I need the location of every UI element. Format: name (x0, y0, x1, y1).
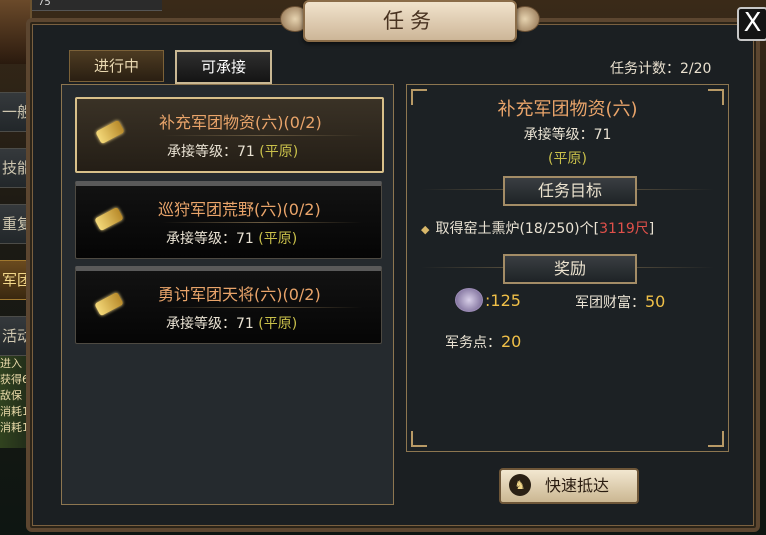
quick-arrive-button[interactable]: ♞ 快速抵达 (499, 468, 639, 504)
reward-wealth: 军团财富：50 (575, 292, 665, 312)
currency-icon[interactable] (455, 288, 483, 312)
tab-available[interactable]: 可承接 (175, 50, 272, 84)
task-count-label: 任务计数： (610, 61, 680, 77)
task-card[interactable]: 补充军团物资(六)(0/2) 承接等级：71 (平原) (75, 97, 384, 173)
reward-points: 军务点：20 (445, 332, 521, 352)
task-list-panel: 补充军团物资(六)(0/2) 承接等级：71 (平原) 巡狩军团荒野(六)(0/… (61, 84, 394, 505)
reward-points-label: 军务点： (445, 335, 501, 351)
player-level: 75 (38, 0, 51, 8)
horse-icon: ♞ (509, 474, 531, 496)
task-name: 补充军团物资(六)(0/2) (159, 113, 322, 132)
task-count: 任务计数：2/20 (610, 58, 711, 78)
detail-title: 补充军团物资(六) (497, 99, 638, 120)
task-terrain: (平原) (258, 231, 298, 247)
task-detail-panel: 补充军团物资(六) 承接等级：71 (平原) 任务目标 ◆ 取得窑土熏炉(18/2… (406, 84, 729, 452)
task-count-value: 2/20 (680, 61, 712, 77)
objective-line: ◆ 取得窑土熏炉(18/250)个[3119尺] (421, 218, 654, 238)
quick-arrive-label: 快速抵达 (545, 476, 610, 495)
scroll-icon (94, 291, 124, 317)
player-level-bar: 75 (32, 0, 162, 11)
diamond-bullet-icon: ◆ (421, 223, 430, 236)
task-divider (163, 135, 363, 136)
task-terrain: (平原) (259, 144, 299, 160)
reward-wealth-label: 军团财富： (575, 295, 645, 311)
task-name: 勇讨军团天将(六)(0/2) (158, 285, 321, 304)
scroll-icon (94, 206, 124, 232)
task-level-label: 承接等级：71 (167, 144, 255, 160)
task-card[interactable]: 勇讨军团天将(六)(0/2) 承接等级：71 (平原) (75, 266, 382, 344)
objective-distance-suffix: ] (648, 221, 655, 237)
reward-points-value: 20 (501, 332, 522, 351)
task-name: 巡狩军团荒野(六)(0/2) (158, 200, 321, 219)
scroll-icon (95, 119, 125, 145)
reward-header: 奖励 (503, 254, 637, 284)
detail-level: 承接等级：71 (523, 127, 612, 143)
task-divider (162, 222, 362, 223)
task-level: 承接等级：71 (平原) (166, 228, 297, 248)
detail-terrain: (平原) (548, 151, 587, 167)
task-level: 承接等级：71 (平原) (166, 313, 297, 333)
task-card[interactable]: 巡狩军团荒野(六)(0/2) 承接等级：71 (平原) (75, 181, 382, 259)
task-terrain: (平原) (258, 316, 298, 332)
frame-corner (411, 431, 427, 447)
objective-distance[interactable]: 3119尺 (599, 221, 649, 237)
objective-text: 取得窑土熏炉(18/250)个 (435, 221, 594, 237)
frame-corner (708, 431, 724, 447)
reward-wealth-value: 50 (645, 292, 666, 311)
task-level-label: 承接等级：71 (166, 316, 254, 332)
tab-in-progress[interactable]: 进行中 (69, 50, 164, 82)
task-divider (162, 307, 362, 308)
task-level-label: 承接等级：71 (166, 231, 254, 247)
dialog-title: 任务 (303, 0, 517, 42)
reward-item-amount: :125 (485, 291, 521, 310)
objective-header: 任务目标 (503, 176, 637, 206)
task-level: 承接等级：71 (平原) (167, 141, 298, 161)
close-button[interactable]: X (737, 7, 766, 41)
